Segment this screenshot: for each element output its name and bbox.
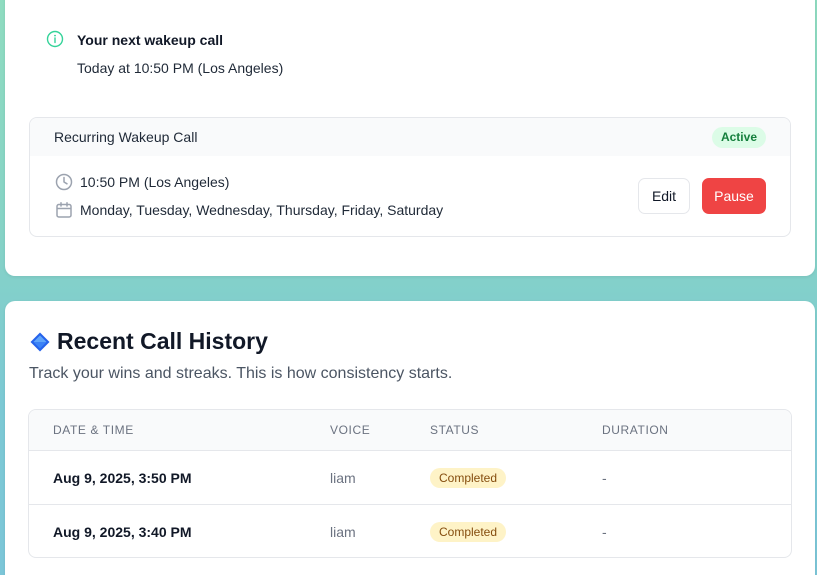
row-duration: - (602, 470, 607, 486)
recurring-call-title: Recurring Wakeup Call (54, 129, 198, 145)
status-badge: Completed (430, 522, 507, 542)
info-icon (46, 30, 64, 48)
edit-button[interactable]: Edit (638, 178, 690, 214)
row-duration: - (602, 524, 607, 540)
status-badge: Completed (430, 468, 507, 488)
call-history-card: Recent Call History Track your wins and … (5, 301, 815, 575)
column-header-duration: Duration (602, 423, 669, 437)
clock-icon (55, 173, 73, 191)
column-header-voice: Voice (330, 423, 371, 437)
table-row: Aug 9, 2025, 3:50 PM liam Completed - (29, 451, 791, 505)
history-subtitle: Track your wins and streaks. This is how… (29, 365, 453, 382)
row-date: Aug 9, 2025, 3:50 PM (53, 470, 192, 486)
pause-button[interactable]: Pause (702, 178, 766, 214)
recurring-call-panel: Recurring Wakeup Call Active 10:50 PM (L… (29, 117, 791, 237)
recurring-days-row: Monday, Tuesday, Wednesday, Thursday, Fr… (54, 200, 443, 220)
column-header-status: Status (430, 423, 480, 437)
table-row: Aug 9, 2025, 3:40 PM liam Completed - (29, 505, 791, 557)
next-call-title: Your next wakeup call (77, 32, 224, 48)
blue-diamond-icon (30, 332, 50, 351)
status-badge: Active (711, 127, 766, 148)
recurring-call-header: Recurring Wakeup Call Active (30, 118, 790, 156)
recurring-days: Monday, Tuesday, Wednesday, Thursday, Fr… (80, 202, 444, 218)
call-history-table: Date & Time Voice Status Duration Aug 9,… (28, 409, 792, 558)
column-header-date: Date & Time (53, 423, 134, 437)
recurring-time: 10:50 PM (Los Angeles) (80, 174, 230, 190)
row-date: Aug 9, 2025, 3:40 PM (53, 524, 192, 540)
recurring-time-row: 10:50 PM (Los Angeles) (54, 172, 229, 192)
wakeup-card: Your next wakeup call Today at 10:50 PM … (5, 0, 815, 276)
next-call-time: Today at 10:50 PM (Los Angeles) (77, 60, 284, 76)
history-heading: Recent Call History (29, 328, 268, 355)
page-title: Recent Call History (57, 328, 268, 354)
table-header: Date & Time Voice Status Duration (29, 410, 791, 451)
calendar-icon (56, 202, 72, 218)
row-voice: liam (330, 470, 356, 486)
row-voice: liam (330, 524, 356, 540)
